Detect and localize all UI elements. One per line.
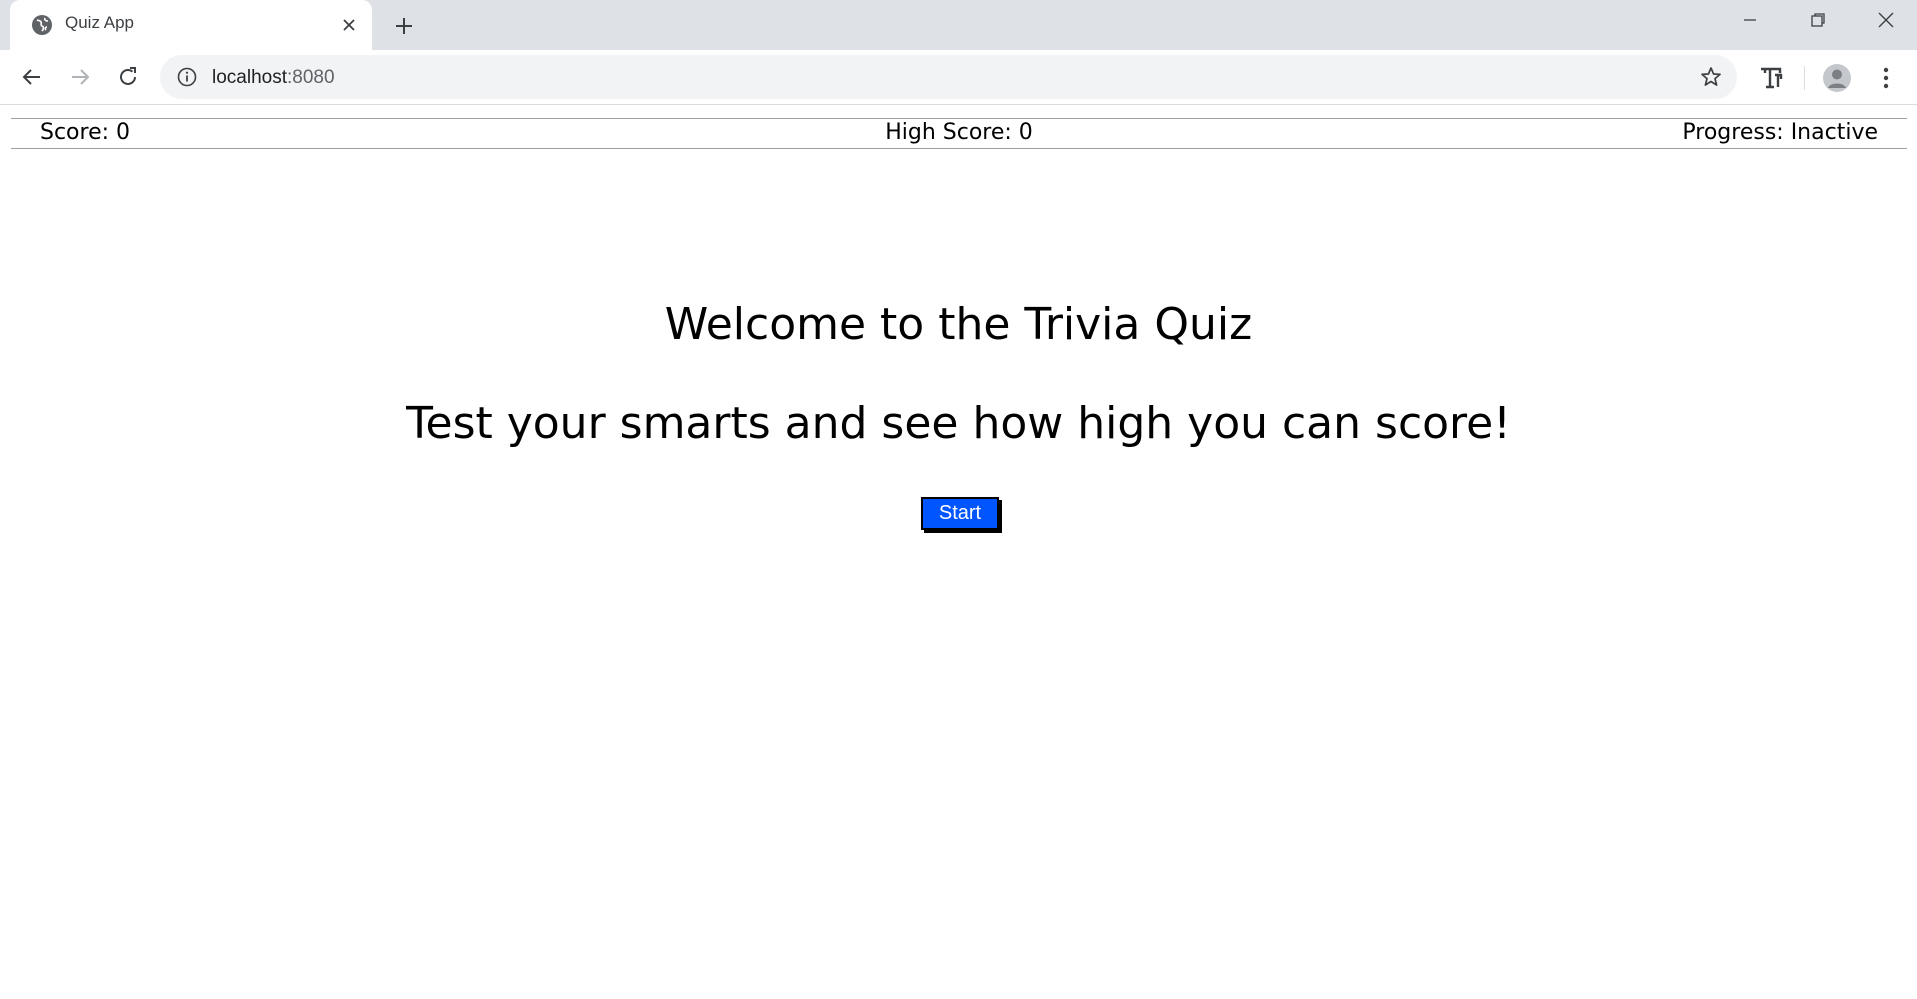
- url-text: localhost:8080: [212, 67, 335, 89]
- browser-toolbar: localhost:8080: [0, 50, 1917, 105]
- profile-avatar-icon[interactable]: [1821, 62, 1853, 94]
- close-tab-icon[interactable]: [337, 13, 361, 37]
- browser-tab[interactable]: Quiz App: [10, 0, 372, 50]
- page-content: Score: 0 High Score: 0 Progress: Inactiv…: [0, 106, 1917, 999]
- close-window-icon[interactable]: [1852, 0, 1917, 40]
- globe-icon: [30, 13, 54, 37]
- bookmark-star-icon[interactable]: [1699, 65, 1723, 89]
- restore-icon[interactable]: [1784, 0, 1852, 40]
- high-score-text: High Score: 0: [885, 120, 1033, 145]
- new-tab-icon[interactable]: [388, 10, 420, 42]
- url-host: localhost: [212, 67, 287, 88]
- info-icon[interactable]: [176, 66, 198, 88]
- menu-dots-icon[interactable]: [1870, 62, 1902, 94]
- page-title: Welcome to the Trivia Quiz: [664, 299, 1253, 350]
- reload-icon[interactable]: [111, 60, 145, 94]
- extension-icon[interactable]: [1755, 62, 1787, 94]
- start-button[interactable]: Start: [921, 497, 999, 530]
- url-port: :8080: [287, 67, 335, 88]
- forward-icon[interactable]: [63, 60, 97, 94]
- address-bar[interactable]: localhost:8080: [160, 55, 1737, 99]
- minimize-icon[interactable]: [1716, 0, 1784, 40]
- tab-title: Quiz App: [65, 13, 134, 32]
- progress-text: Progress: Inactive: [1682, 120, 1878, 145]
- toolbar-divider: [1804, 66, 1805, 90]
- tab-strip: Quiz App: [0, 0, 1917, 50]
- status-bar: Score: 0 High Score: 0 Progress: Inactiv…: [11, 118, 1907, 149]
- back-icon[interactable]: [15, 60, 49, 94]
- page-subtitle: Test your smarts and see how high you ca…: [406, 398, 1511, 449]
